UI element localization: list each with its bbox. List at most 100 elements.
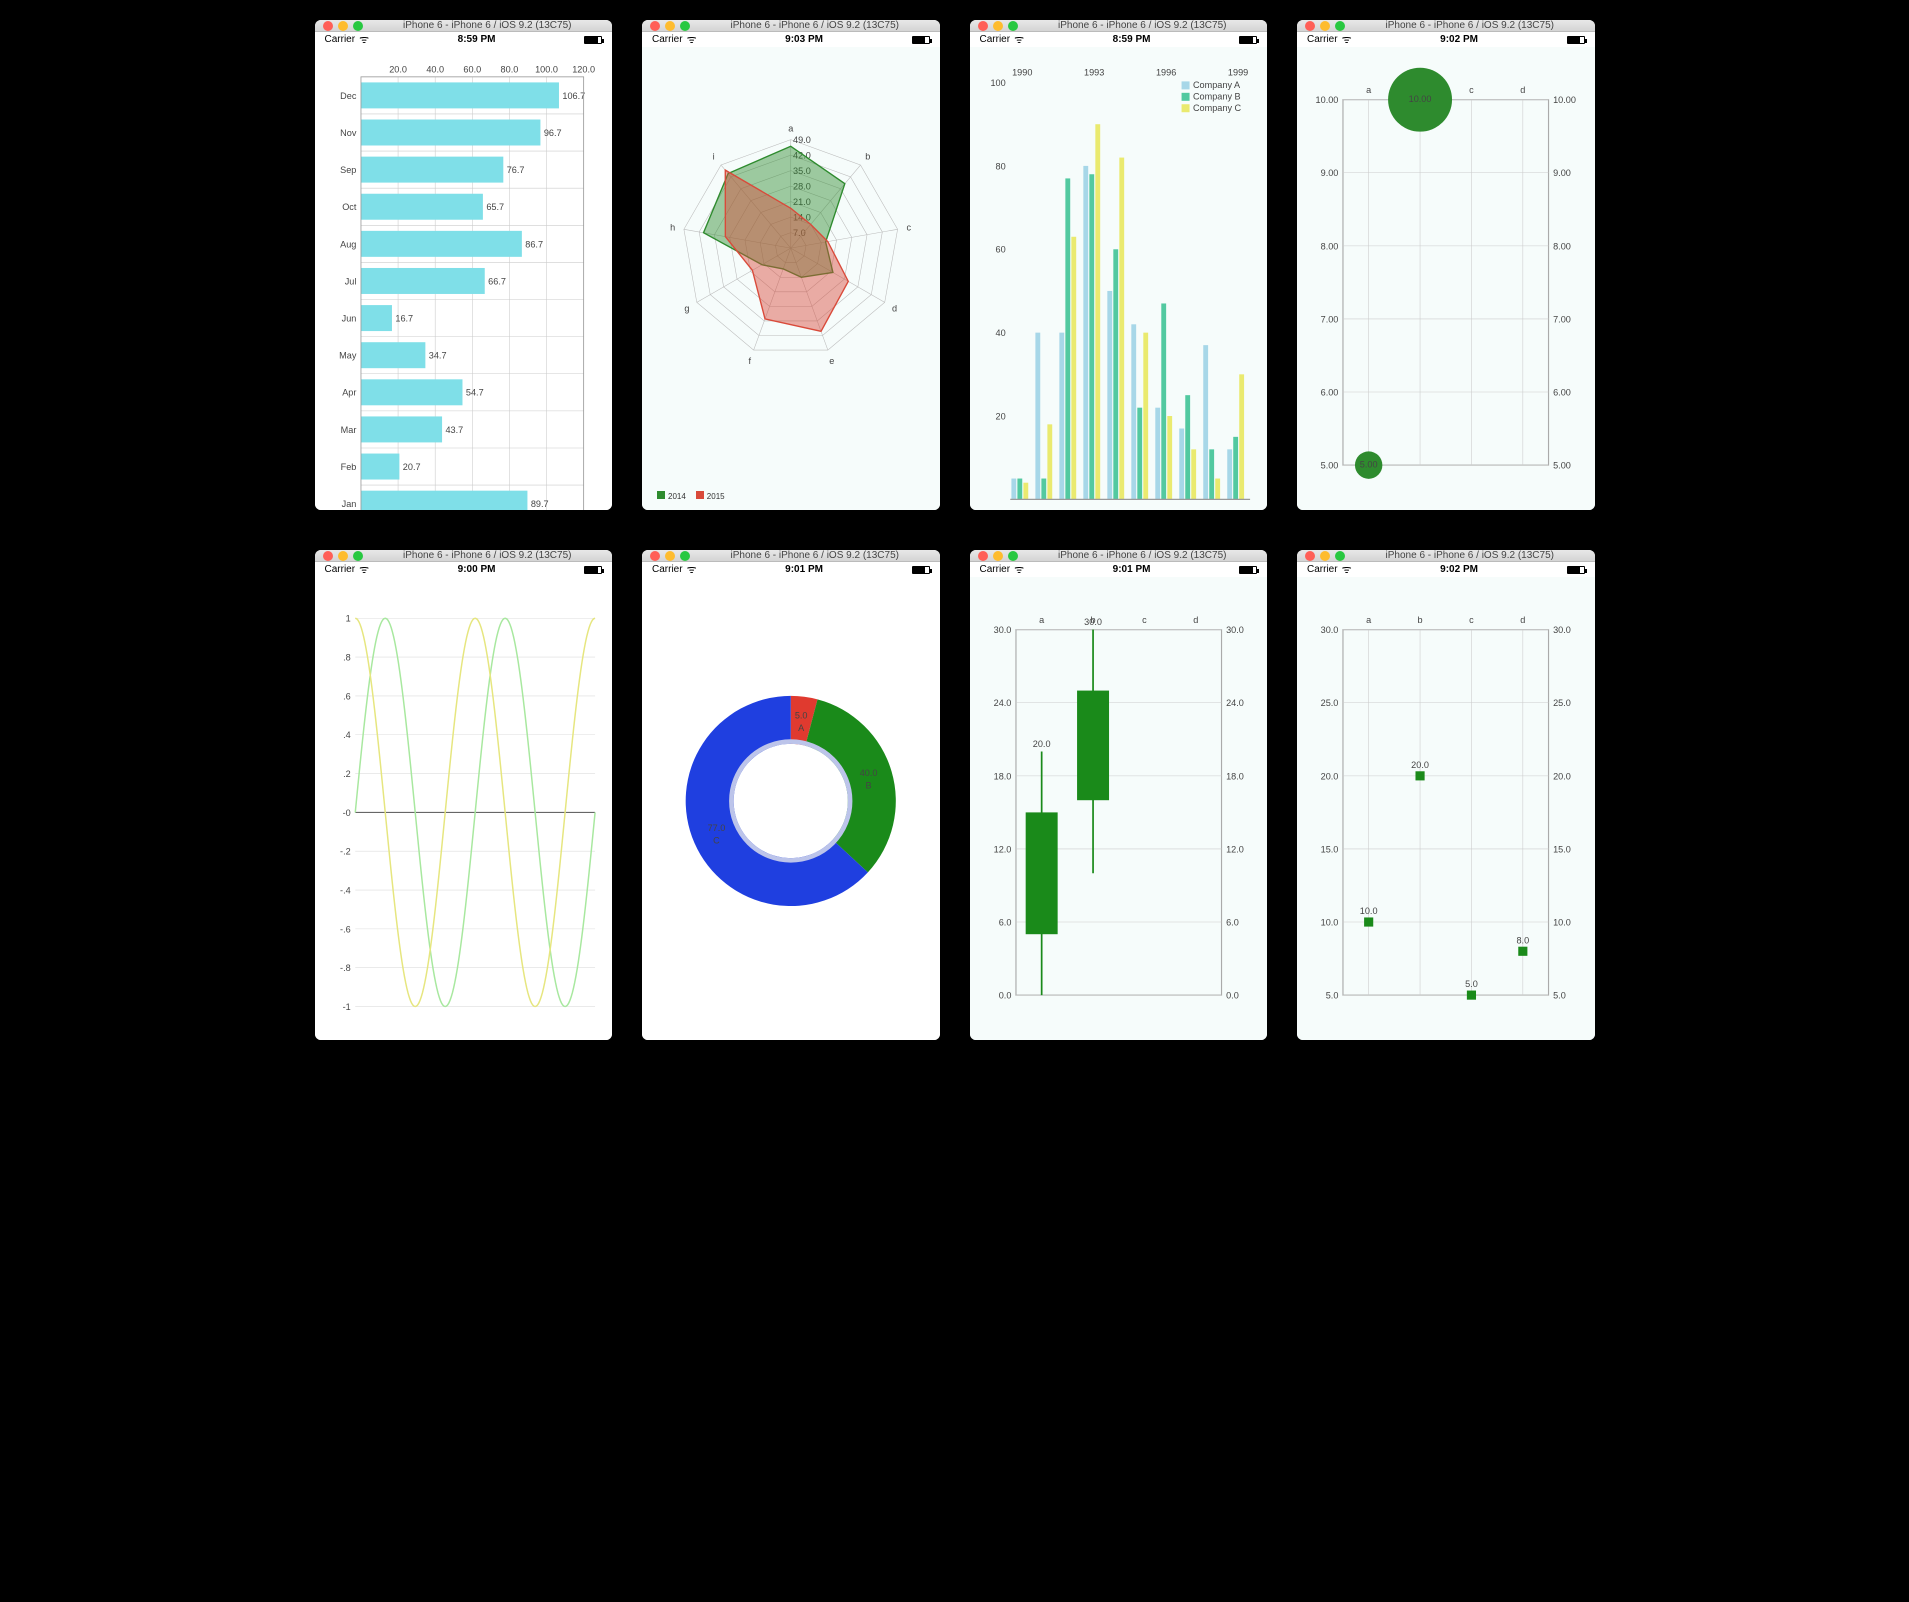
svg-text:Company B: Company B — [1192, 92, 1240, 102]
svg-text:10.00: 10.00 — [1409, 94, 1432, 104]
svg-text:66.7: 66.7 — [488, 276, 506, 286]
simulator-window: iPhone 6 - iPhone 6 / iOS 9.2 (13C75) Ca… — [642, 20, 940, 510]
svg-text:Company C: Company C — [1192, 103, 1241, 113]
svg-text:.8: .8 — [343, 653, 351, 663]
minimize-icon[interactable] — [665, 551, 675, 561]
close-icon[interactable] — [1305, 551, 1315, 561]
window-controls[interactable] — [1305, 551, 1345, 561]
status-time: 8:59 PM — [369, 34, 584, 45]
close-icon[interactable] — [1305, 21, 1315, 31]
window-controls[interactable] — [978, 21, 1018, 31]
minimize-icon[interactable] — [993, 551, 1003, 561]
wifi-icon: ᯤ — [1342, 562, 1352, 577]
svg-text:Jan: Jan — [341, 499, 356, 509]
svg-text:g: g — [684, 304, 689, 314]
close-icon[interactable] — [978, 21, 988, 31]
svg-text:b: b — [865, 152, 870, 162]
zoom-icon[interactable] — [1335, 551, 1345, 561]
simulator-window: iPhone 6 - iPhone 6 / iOS 9.2 (13C75) Ca… — [315, 20, 613, 510]
wifi-icon: ᯤ — [359, 32, 369, 47]
svg-text:8.0: 8.0 — [1516, 935, 1529, 945]
svg-text:40.0: 40.0 — [860, 768, 878, 778]
close-icon[interactable] — [323, 21, 333, 31]
svg-text:9.00: 9.00 — [1553, 168, 1571, 178]
battery-icon — [1239, 566, 1257, 574]
svg-text:1996: 1996 — [1155, 68, 1175, 78]
svg-text:20.0: 20.0 — [1321, 771, 1339, 781]
titlebar: iPhone 6 - iPhone 6 / iOS 9.2 (13C75) — [315, 20, 613, 32]
svg-text:20: 20 — [995, 411, 1005, 421]
svg-text:0.0: 0.0 — [1226, 991, 1239, 1001]
close-icon[interactable] — [650, 21, 660, 31]
svg-text:80: 80 — [995, 161, 1005, 171]
svg-text:5.0: 5.0 — [1465, 979, 1478, 989]
svg-text:-1: -1 — [342, 1002, 350, 1012]
window-controls[interactable] — [978, 551, 1018, 561]
close-icon[interactable] — [650, 551, 660, 561]
svg-text:Dec: Dec — [340, 91, 357, 101]
chart-area: 7.014.021.028.035.042.049.0abcdefghi2014… — [642, 47, 940, 510]
svg-text:60: 60 — [995, 245, 1005, 255]
svg-text:100.0: 100.0 — [535, 64, 558, 74]
svg-text:30.0: 30.0 — [1226, 625, 1244, 635]
svg-text:.6: .6 — [343, 691, 351, 701]
zoom-icon[interactable] — [680, 21, 690, 31]
minimize-icon[interactable] — [1320, 21, 1330, 31]
svg-text:15.0: 15.0 — [1553, 844, 1571, 854]
svg-text:25.0: 25.0 — [1553, 698, 1571, 708]
close-icon[interactable] — [978, 551, 988, 561]
status-bar: Carrierᯤ 9:01 PM — [642, 562, 940, 577]
carrier-label: Carrier — [652, 34, 683, 45]
carrier-label: Carrier — [652, 564, 683, 575]
svg-text:5.0: 5.0 — [795, 710, 808, 720]
window-controls[interactable] — [650, 21, 690, 31]
svg-text:5.00: 5.00 — [1360, 459, 1378, 469]
zoom-icon[interactable] — [680, 551, 690, 561]
svg-text:i: i — [713, 152, 715, 162]
minimize-icon[interactable] — [338, 21, 348, 31]
svg-text:100: 100 — [990, 78, 1005, 88]
chart-area: 204060801001990199319961999Company AComp… — [970, 47, 1268, 510]
svg-text:12.0: 12.0 — [1226, 844, 1244, 854]
svg-text:c: c — [1469, 615, 1474, 625]
svg-text:d: d — [1520, 85, 1525, 95]
svg-text:20.0: 20.0 — [1032, 739, 1050, 749]
svg-text:80.0: 80.0 — [500, 64, 518, 74]
window-controls[interactable] — [323, 551, 363, 561]
status-bar: Carrierᯤ 9:01 PM — [970, 562, 1268, 577]
zoom-icon[interactable] — [1335, 21, 1345, 31]
svg-text:40.0: 40.0 — [426, 64, 444, 74]
zoom-icon[interactable] — [353, 551, 363, 561]
zoom-icon[interactable] — [353, 21, 363, 31]
svg-text:7.00: 7.00 — [1321, 314, 1339, 324]
minimize-icon[interactable] — [665, 21, 675, 31]
svg-text:30.0: 30.0 — [1553, 625, 1571, 635]
battery-icon — [1567, 36, 1585, 44]
svg-text:76.7: 76.7 — [506, 165, 524, 175]
battery-icon — [912, 36, 930, 44]
svg-text:7.00: 7.00 — [1553, 314, 1571, 324]
zoom-icon[interactable] — [1008, 21, 1018, 31]
zoom-icon[interactable] — [1008, 551, 1018, 561]
titlebar: iPhone 6 - iPhone 6 / iOS 9.2 (13C75) — [642, 20, 940, 32]
chart-area: 0.00.06.06.012.012.018.018.024.024.030.0… — [970, 577, 1268, 1040]
status-bar: Carrierᯤ 9:03 PM — [642, 32, 940, 47]
titlebar: iPhone 6 - iPhone 6 / iOS 9.2 (13C75) — [970, 550, 1268, 562]
svg-text:c: c — [1142, 615, 1147, 625]
svg-text:16.7: 16.7 — [395, 314, 413, 324]
close-icon[interactable] — [323, 551, 333, 561]
minimize-icon[interactable] — [338, 551, 348, 561]
window-controls[interactable] — [1305, 21, 1345, 31]
svg-text:18.0: 18.0 — [993, 771, 1011, 781]
minimize-icon[interactable] — [1320, 551, 1330, 561]
window-controls[interactable] — [323, 21, 363, 31]
window-title: iPhone 6 - iPhone 6 / iOS 9.2 (13C75) — [371, 20, 605, 31]
chart-area: 5.0A40.0B77.0CABC2016 — [642, 577, 940, 1040]
window-controls[interactable] — [650, 551, 690, 561]
svg-text:c: c — [1469, 85, 1474, 95]
svg-text:20.0: 20.0 — [389, 64, 407, 74]
svg-text:20.0: 20.0 — [1553, 771, 1571, 781]
svg-text:5.00: 5.00 — [1321, 461, 1339, 471]
simulator-window: iPhone 6 - iPhone 6 / iOS 9.2 (13C75) Ca… — [970, 20, 1268, 510]
minimize-icon[interactable] — [993, 21, 1003, 31]
